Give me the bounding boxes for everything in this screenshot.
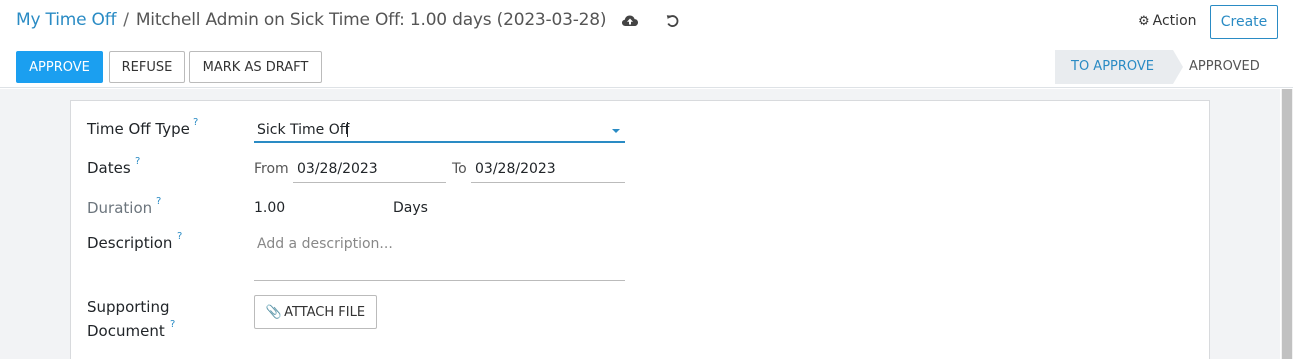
duration-unit: Days — [393, 200, 428, 216]
approve-button[interactable]: APPROVE — [16, 51, 103, 83]
dates-to-label: To — [452, 161, 467, 177]
breadcrumb: My Time Off / Mitchell Admin on Sick Time … — [16, 10, 607, 30]
form-view-background: Time Off Type ? Sick Time Off Dates ? Fr… — [0, 89, 1280, 359]
stage-approved[interactable]: APPROVED — [1189, 50, 1260, 84]
dates-help-icon[interactable]: ? — [135, 156, 140, 167]
supporting-document-help-icon[interactable]: ? — [170, 319, 175, 330]
description-label: Description — [87, 234, 173, 252]
date-from-input[interactable] — [293, 157, 446, 183]
duration-label: Duration — [87, 199, 153, 217]
refuse-button[interactable]: REFUSE — [109, 51, 185, 83]
vertical-scrollbar[interactable] — [1281, 89, 1293, 359]
duration-help-icon[interactable]: ? — [156, 196, 161, 207]
time-off-type-select[interactable] — [254, 117, 625, 143]
supporting-document-label-line1: Supporting — [87, 298, 170, 316]
duration-value: 1.00 — [254, 200, 286, 216]
breadcrumb-current-record: Mitchell Admin on Sick Time Off: 1.00 da… — [135, 10, 607, 30]
control-panel: My Time Off / Mitchell Admin on Sick Time … — [0, 0, 1293, 88]
form-sheet: Time Off Type ? Sick Time Off Dates ? Fr… — [70, 100, 1210, 359]
date-to-input[interactable] — [471, 157, 625, 183]
dates-label: Dates — [87, 159, 131, 177]
dates-from-label: From — [254, 161, 289, 177]
mark-as-draft-button[interactable]: MARK AS DRAFT — [189, 51, 322, 83]
paperclip-icon: 📎 — [265, 304, 283, 320]
attach-file-button[interactable]: 📎 ATTACH FILE — [254, 295, 377, 329]
breadcrumb-separator: / — [123, 10, 129, 30]
breadcrumb-my-time-off[interactable]: My Time Off — [16, 10, 116, 30]
create-button[interactable]: Create — [1210, 5, 1278, 39]
cloud-upload-icon[interactable] — [621, 12, 639, 30]
supporting-document-label-line2: Document — [87, 322, 165, 340]
action-label: Action — [1152, 13, 1197, 29]
stage-to-approve[interactable]: TO APPROVE — [1055, 50, 1183, 84]
attach-file-label: ATTACH FILE — [284, 304, 366, 320]
time-off-type-label: Time Off Type — [87, 120, 190, 138]
action-menu-button[interactable]: ⚙ Action — [1138, 13, 1197, 29]
time-off-type-help-icon[interactable]: ? — [193, 117, 198, 128]
scrollbar-thumb[interactable] — [1282, 89, 1292, 359]
gear-icon: ⚙ — [1138, 14, 1150, 29]
undo-icon[interactable] — [664, 12, 682, 30]
description-textarea[interactable] — [254, 227, 625, 281]
description-help-icon[interactable]: ? — [177, 231, 182, 242]
